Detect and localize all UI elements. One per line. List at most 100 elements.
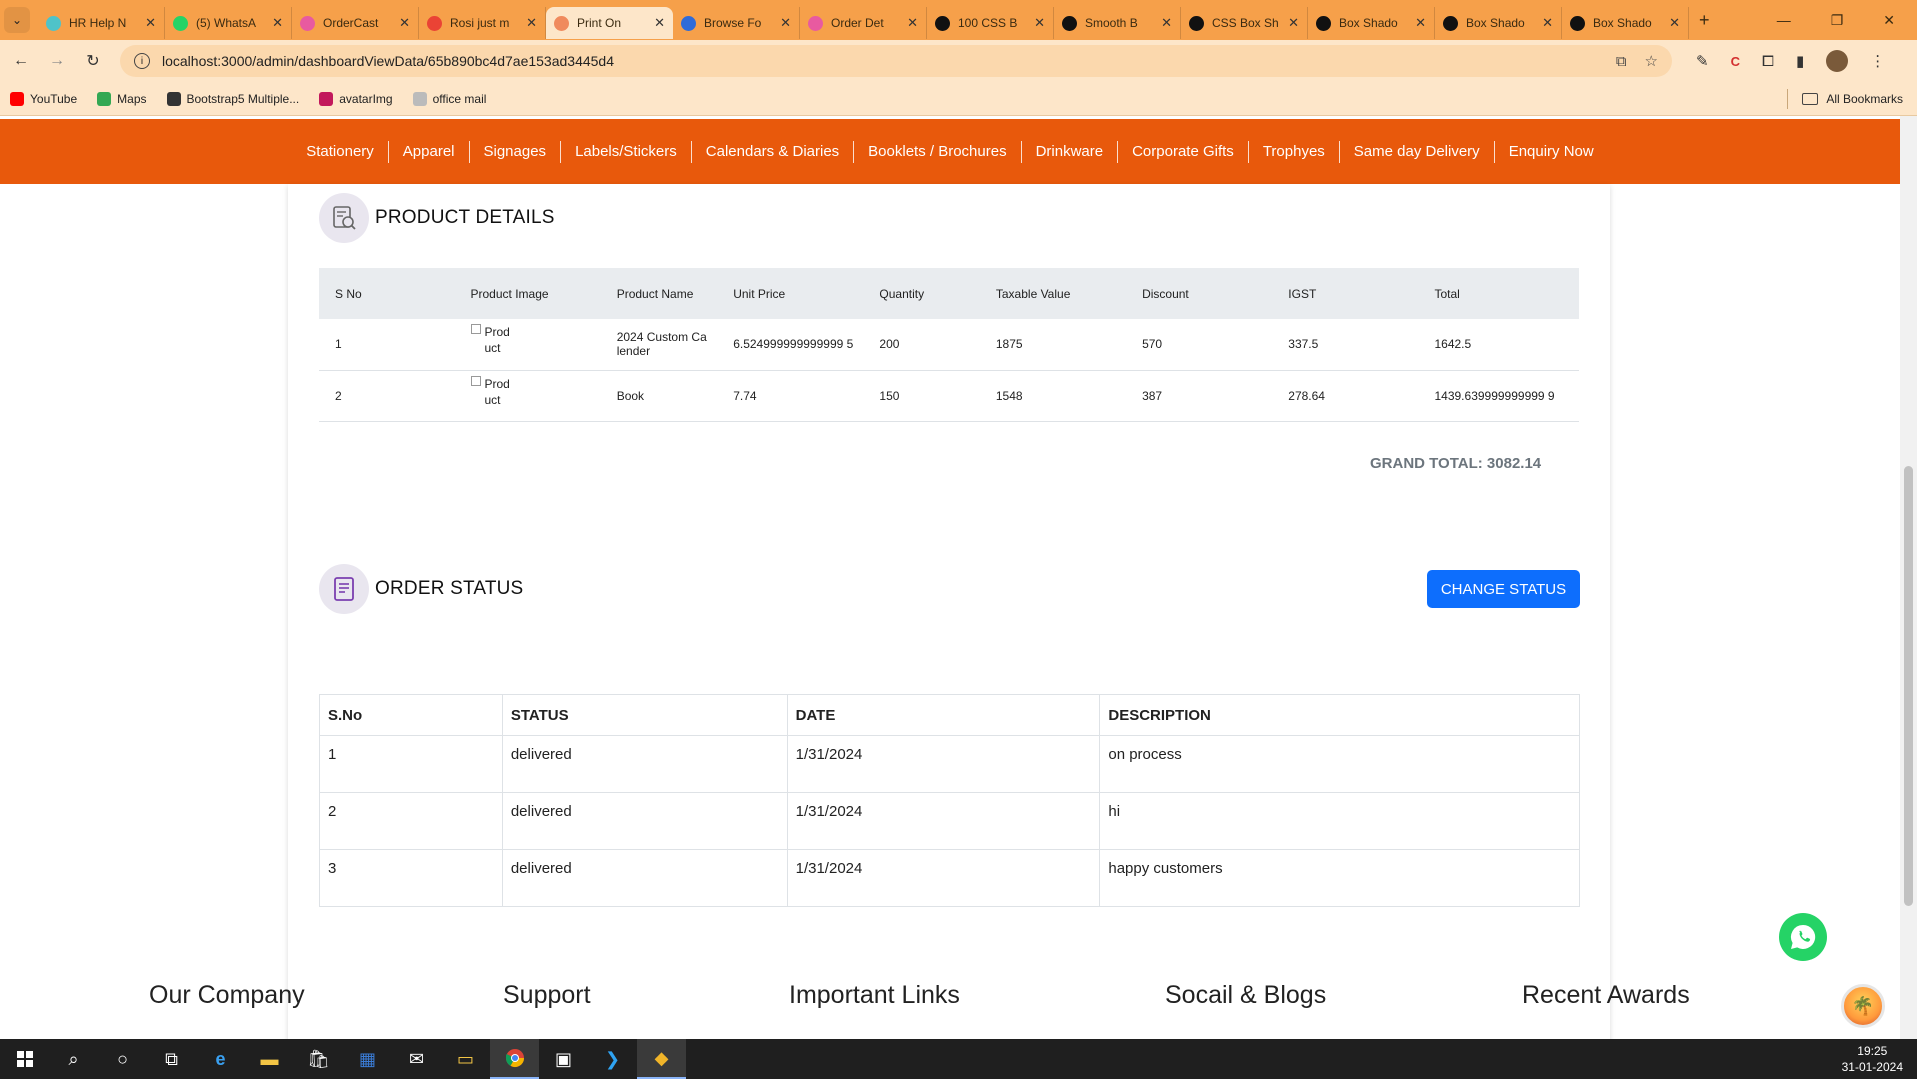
close-tab-icon[interactable]: ✕ [907, 15, 918, 31]
product-column-header: Product Name [616, 286, 694, 301]
site-nav-item[interactable]: Calendars & Diaries [692, 140, 855, 163]
mail-icon[interactable]: ✉ [392, 1039, 441, 1079]
edge-icon[interactable]: e [196, 1039, 245, 1079]
close-tab-icon[interactable]: ✕ [654, 15, 665, 31]
order-status-header: ORDER STATUS [319, 564, 523, 614]
page-scrollbar[interactable] [1900, 116, 1917, 1039]
tab-favicon-icon [427, 15, 442, 31]
recent-awards-floating-button[interactable]: 🌴 [1841, 984, 1885, 1028]
site-nav-item[interactable]: Corporate Gifts [1118, 140, 1249, 163]
browser-tab[interactable]: OrderCast ✕ [292, 7, 419, 39]
product-column-header: Total [1434, 286, 1460, 301]
browser-menu-icon[interactable]: ⋮ [1870, 52, 1885, 70]
css-extension-icon[interactable]: C [1731, 54, 1740, 69]
site-nav-item[interactable]: Drinkware [1022, 140, 1119, 163]
site-nav-item[interactable]: Enquiry Now [1495, 141, 1608, 163]
status-column-header: DATE [786, 694, 1101, 736]
scrollbar-thumb[interactable] [1904, 466, 1913, 906]
site-nav-item[interactable]: Signages [470, 140, 562, 163]
clock-date: 31-01-2024 [1841, 1060, 1903, 1074]
product-search-icon [319, 193, 369, 243]
vscode-icon[interactable]: ❯ [588, 1039, 637, 1079]
address-bar-row: ← → ↻ i localhost:3000/admin/dashboardVi… [0, 40, 1917, 82]
folder-app-icon[interactable]: ▭ [441, 1039, 490, 1079]
whatsapp-chat-button[interactable] [1779, 913, 1827, 961]
close-tab-icon[interactable]: ✕ [780, 15, 791, 31]
browser-tab[interactable]: 100 CSS B ✕ [927, 7, 1054, 39]
site-nav-item[interactable]: Labels/Stickers [561, 140, 692, 163]
close-tab-icon[interactable]: ✕ [1288, 15, 1299, 31]
install-app-icon[interactable]: ⧉ [1616, 53, 1627, 70]
bookmark-item[interactable]: avatarImg [319, 91, 393, 106]
close-window-icon[interactable]: ✕ [1883, 12, 1895, 29]
restore-icon[interactable]: ❐ [1831, 12, 1844, 29]
site-info-icon[interactable]: i [134, 53, 150, 69]
site-nav-item[interactable]: Apparel [389, 140, 470, 163]
close-tab-icon[interactable]: ✕ [1669, 15, 1680, 31]
site-nav-item[interactable]: Stationery [292, 140, 389, 163]
close-tab-icon[interactable]: ✕ [1415, 15, 1426, 31]
minimize-icon[interactable]: — [1777, 12, 1791, 29]
status-cell-status: delivered [501, 735, 788, 793]
close-tab-icon[interactable]: ✕ [272, 15, 283, 31]
browser-tab[interactable]: Box Shado ✕ [1308, 7, 1435, 39]
omnibox[interactable]: i localhost:3000/admin/dashboardViewData… [120, 45, 1672, 77]
url-text[interactable]: localhost:3000/admin/dashboardViewData/6… [162, 53, 1598, 69]
close-tab-icon[interactable]: ✕ [526, 15, 537, 31]
product-cell-quantity: 150 [863, 370, 980, 422]
close-tab-icon[interactable]: ✕ [1034, 15, 1045, 31]
tab-search-button[interactable]: ⌄ [4, 7, 30, 33]
status-cell-description: happy customers [1099, 849, 1580, 907]
chrome-icon[interactable] [490, 1039, 539, 1079]
bookmark-divider [1787, 88, 1789, 109]
bookmark-star-icon[interactable]: ☆ [1645, 52, 1658, 70]
browser-tab[interactable]: Smooth B ✕ [1054, 7, 1181, 39]
site-nav-item[interactable]: Booklets / Brochures [854, 140, 1022, 163]
browser-tab[interactable]: (5) WhatsA ✕ [165, 7, 292, 39]
bookmark-label: office mail [432, 91, 487, 106]
close-tab-icon[interactable]: ✕ [145, 15, 156, 31]
bookmark-item[interactable]: Maps [97, 91, 147, 106]
product-cell-name: Book [600, 370, 718, 422]
profile-avatar[interactable] [1826, 50, 1849, 72]
pen-extension-icon[interactable]: ✎ [1696, 52, 1709, 70]
browser-tab[interactable]: Rosi just m ✕ [419, 7, 546, 39]
file-explorer-icon[interactable]: ▬ [245, 1039, 294, 1079]
store-icon[interactable]: 🛍 [294, 1039, 343, 1079]
change-status-button[interactable]: CHANGE STATUS [1427, 570, 1580, 608]
site-nav-item[interactable]: Trophyes [1249, 140, 1340, 163]
browser-tab[interactable]: Browse Fo ✕ [673, 7, 800, 39]
app-blue-icon[interactable]: ▦ [343, 1039, 392, 1079]
bookmark-item[interactable]: Bootstrap5 Multiple... [166, 91, 299, 106]
forward-icon[interactable]: → [42, 52, 72, 70]
side-panel-icon[interactable]: ▮ [1796, 52, 1804, 70]
task-view-icon[interactable]: ⧉ [147, 1039, 196, 1079]
browser-tab[interactable]: Box Shado ✕ [1562, 7, 1689, 39]
browser-tab[interactable]: CSS Box Sh ✕ [1181, 7, 1308, 39]
status-cell-date: 1/31/2024 [786, 735, 1101, 793]
git-app-icon[interactable]: ◆ [637, 1039, 686, 1079]
browser-tab[interactable]: Order Det ✕ [800, 7, 927, 39]
site-nav-item[interactable]: Same day Delivery [1340, 140, 1495, 163]
new-tab-button[interactable]: + [1699, 10, 1710, 31]
close-tab-icon[interactable]: ✕ [1542, 15, 1553, 31]
browser-tab[interactable]: Print On ✕ [546, 7, 673, 39]
extensions-puzzle-icon[interactable]: ⧠ [1762, 53, 1774, 70]
extensions-area: ✎ C ⧠ ▮ ⋮ [1696, 50, 1885, 72]
terminal-icon[interactable]: ▣ [539, 1039, 588, 1079]
close-tab-icon[interactable]: ✕ [399, 15, 410, 31]
bookmark-item[interactable]: office mail [412, 91, 487, 106]
taskbar-clock[interactable]: 19:25 31-01-2024 [1842, 1043, 1903, 1075]
browser-tab[interactable]: HR Help N ✕ [38, 7, 165, 39]
tab-title: Box Shado [1339, 16, 1398, 30]
reload-icon[interactable]: ↻ [78, 51, 108, 71]
windows-start-icon[interactable] [0, 1039, 49, 1079]
browser-tab[interactable]: Box Shado ✕ [1435, 7, 1562, 39]
close-tab-icon[interactable]: ✕ [1161, 15, 1172, 31]
search-icon[interactable]: ⌕ [49, 1039, 98, 1079]
product-cell-discount: 570 [1126, 319, 1273, 371]
all-bookmarks-button[interactable]: All Bookmarks [1802, 92, 1903, 106]
cortana-icon[interactable]: ○ [98, 1039, 147, 1079]
back-icon[interactable]: ← [6, 52, 36, 70]
bookmark-item[interactable]: YouTube [10, 91, 77, 106]
